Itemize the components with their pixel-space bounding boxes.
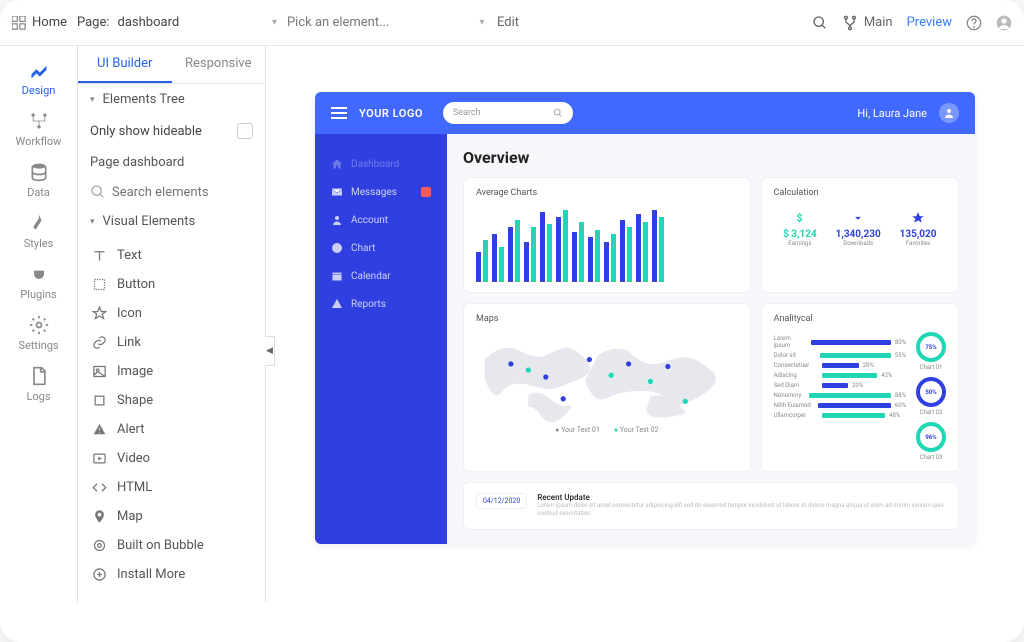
plugins-tab[interactable]: Plugins (0, 256, 77, 307)
element-built-on-bubble[interactable]: Built on Bubble (78, 531, 265, 560)
calculation-card: Calculation $$ 3,124Earnings 1,340,230Do… (761, 177, 959, 293)
visual-elements-header[interactable]: ▾Visual Elements (78, 206, 265, 237)
only-hideable-toggle[interactable]: Only show hideable (78, 115, 265, 147)
alert-icon (331, 298, 343, 310)
element-icon[interactable]: Icon (78, 299, 265, 328)
maps-card: Maps ● Your Text 01● Your Text 02 (463, 303, 751, 472)
hamburger-icon[interactable] (331, 107, 347, 119)
mock-content: Overview Average Charts Calculation $$ 3… (447, 134, 975, 544)
element-image[interactable]: Image (78, 357, 265, 386)
logs-tab[interactable]: Logs (0, 358, 77, 409)
dashboard-mock: YOUR LOGO Search Hi, Laura Jane Dashboar… (315, 92, 975, 544)
element-link[interactable]: Link (78, 328, 265, 357)
greeting: Hi, Laura Jane (857, 107, 927, 120)
element-video[interactable]: Video (78, 444, 265, 473)
help-icon[interactable] (966, 15, 982, 31)
page-row[interactable]: Page dashboard (78, 147, 265, 178)
branch-icon (842, 15, 858, 31)
element-text[interactable]: Text (78, 241, 265, 270)
chevron-down-icon: ▾ (90, 217, 95, 227)
chevron-down-icon: ▾ (272, 17, 277, 28)
nav-messages[interactable]: Messages (315, 178, 447, 206)
element-shape[interactable]: Shape (78, 386, 265, 415)
nav-dashboard[interactable]: Dashboard (315, 150, 447, 178)
average-charts-card: Average Charts (463, 177, 751, 293)
calendar-icon (331, 270, 343, 282)
panel-collapse-handle[interactable]: ◀ (265, 336, 275, 366)
svg-text:$: $ (796, 212, 802, 225)
avatar[interactable] (939, 103, 959, 123)
account-icon[interactable] (996, 15, 1012, 31)
left-rail: Design Workflow Data Styles Plugins Sett… (0, 46, 78, 602)
mock-search[interactable]: Search (443, 102, 573, 124)
edit-menu[interactable]: Edit (497, 15, 802, 30)
search-elements-input[interactable] (78, 178, 265, 206)
element-picker[interactable]: Pick an element... ▾ (287, 15, 487, 30)
nav-reports[interactable]: Reports (315, 290, 447, 318)
mail-icon (331, 186, 343, 198)
top-toolbar: Home Page: dashboard ▾ Pick an element..… (0, 0, 1024, 46)
mock-sidebar: Dashboard Messages Account Chart Calenda… (315, 134, 447, 544)
search-icon[interactable] (812, 15, 828, 31)
update-date: 04/12/2020 (476, 493, 527, 509)
preview-button[interactable]: Preview (907, 15, 952, 30)
ui-builder-tab[interactable]: UI Builder (78, 46, 172, 83)
page-selector[interactable]: Page: dashboard ▾ (77, 15, 277, 30)
element-button[interactable]: Button (78, 270, 265, 299)
dollar-icon: $ (793, 211, 807, 225)
user-icon (943, 107, 955, 119)
element-map[interactable]: Map (78, 502, 265, 531)
element-install-more[interactable]: Install More (78, 560, 265, 589)
canvas[interactable]: ◀ YOUR LOGO Search Hi, Laura Jane Dashbo… (266, 46, 1024, 602)
bar-chart (476, 206, 738, 282)
elements-panel: UI Builder Responsive ▾Elements Tree Onl… (78, 46, 266, 602)
user-icon (331, 214, 343, 226)
world-map (476, 332, 738, 422)
branch-selector[interactable]: Main (842, 15, 893, 31)
search-icon (90, 184, 106, 200)
elements-tree-header[interactable]: ▾Elements Tree (78, 84, 265, 115)
checkbox-icon[interactable] (237, 123, 253, 139)
search-icon (553, 108, 563, 118)
element-alert[interactable]: Alert (78, 415, 265, 444)
pie-icon (331, 242, 343, 254)
responsive-tab[interactable]: Responsive (172, 46, 266, 83)
element-html[interactable]: HTML (78, 473, 265, 502)
logo-text: YOUR LOGO (359, 107, 423, 120)
nav-account[interactable]: Account (315, 206, 447, 234)
recent-update-card: 04/12/2020 Recent Update Lorem ipsum dol… (463, 482, 959, 530)
badge-icon (421, 187, 431, 197)
design-tab[interactable]: Design (0, 52, 77, 103)
page-title: Overview (463, 148, 959, 167)
chevron-down-icon: ▾ (479, 17, 484, 28)
download-icon (851, 211, 865, 225)
home-button[interactable]: Home (12, 15, 67, 30)
styles-tab[interactable]: Styles (0, 205, 77, 256)
home-label: Home (32, 15, 67, 30)
workflow-tab[interactable]: Workflow (0, 103, 77, 154)
settings-tab[interactable]: Settings (0, 307, 77, 358)
data-tab[interactable]: Data (0, 154, 77, 205)
star-icon (911, 211, 925, 225)
home-icon (331, 158, 343, 170)
nav-calendar[interactable]: Calendar (315, 262, 447, 290)
chevron-down-icon: ▾ (90, 95, 95, 105)
nav-chart[interactable]: Chart (315, 234, 447, 262)
apps-icon (12, 16, 26, 30)
analytical-card: Analitycal Lorem ipsum80%Dolor sit55%Con… (761, 303, 959, 472)
mock-header: YOUR LOGO Search Hi, Laura Jane (315, 92, 975, 134)
